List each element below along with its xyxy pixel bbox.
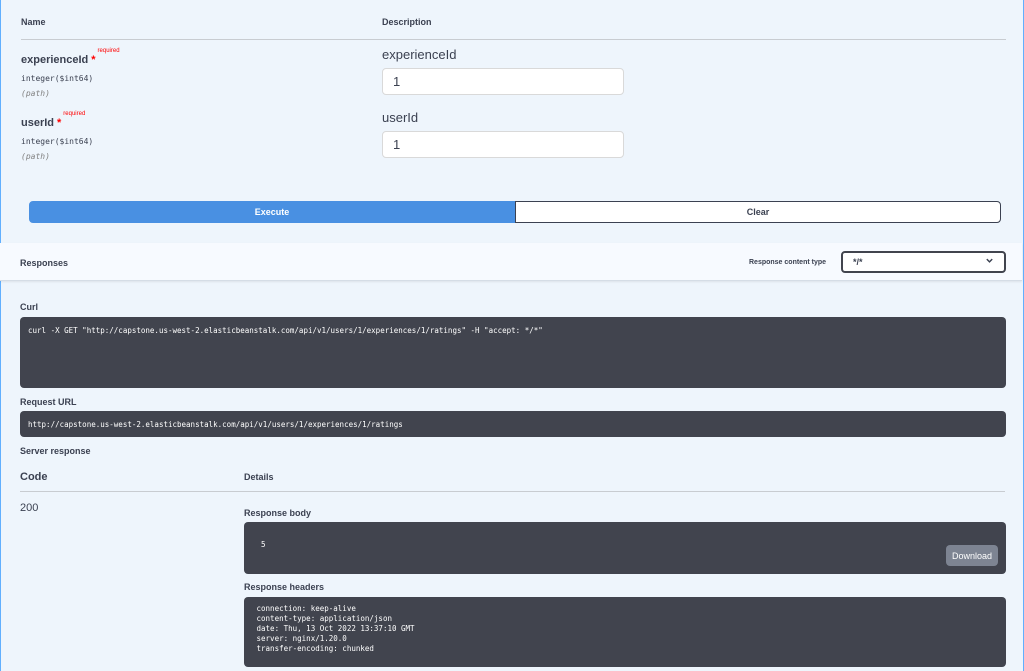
content-type-value: */*: [853, 257, 863, 267]
response-body-text: 5: [261, 540, 266, 549]
response-content-type-label: Response content type: [749, 259, 827, 266]
parameters-table-header: Name Description: [21, 0, 1006, 40]
response-content-type-select[interactable]: */*: [841, 251, 1006, 273]
details-column-header: Details: [244, 472, 274, 482]
execute-button[interactable]: Execute: [29, 201, 515, 223]
response-body-box[interactable]: 5 Download: [244, 522, 1006, 574]
column-name-header: Name: [21, 17, 46, 27]
response-headers-label: Response headers: [244, 582, 325, 592]
required-star: *: [91, 54, 96, 66]
param-location: (path): [21, 152, 50, 161]
response-body-label: Response body: [244, 508, 312, 518]
responses-header: Responses Response content type */*: [0, 243, 1022, 281]
param-description: userId: [382, 110, 419, 125]
required-label: required: [63, 111, 86, 117]
request-url-label: Request URL: [20, 397, 77, 407]
response-headers-box[interactable]: connection: keep-alive content-type: app…: [244, 597, 1006, 667]
param-userId: userId *required integer($int64) (path): [21, 111, 94, 161]
param-name: experienceId: [21, 54, 89, 66]
response-code: 200: [20, 502, 39, 514]
required-star: *: [57, 117, 62, 129]
clear-button[interactable]: Clear: [515, 201, 1001, 223]
response-table-header: Code Details: [20, 464, 1005, 492]
param-type: integer($int64): [21, 74, 94, 83]
param-experienceId: experienceId *required integer($int64) (p…: [21, 48, 120, 98]
chevron-down-icon: [985, 256, 994, 267]
code-column-header: Code: [20, 471, 48, 483]
curl-command-box[interactable]: curl -X GET "http://capstone.us-west-2.e…: [20, 317, 1006, 388]
userId-input[interactable]: [382, 131, 624, 158]
param-location: (path): [21, 89, 50, 98]
experienceId-input[interactable]: [382, 68, 624, 95]
execute-button-row: Execute Clear: [29, 201, 1001, 223]
server-response-label: Server response: [20, 446, 91, 456]
responses-title: Responses: [20, 258, 69, 268]
request-url-box[interactable]: http://capstone.us-west-2.elasticbeansta…: [20, 411, 1006, 437]
download-button[interactable]: Download: [946, 545, 998, 566]
required-label: required: [97, 48, 120, 54]
param-description: experienceId: [382, 47, 457, 62]
curl-label: Curl: [20, 302, 38, 312]
column-description-header: Description: [382, 17, 432, 27]
param-userId-desc: userId: [382, 110, 624, 158]
param-name: userId: [21, 117, 55, 129]
param-experienceId-desc: experienceId: [382, 47, 624, 95]
param-type: integer($int64): [21, 137, 94, 146]
